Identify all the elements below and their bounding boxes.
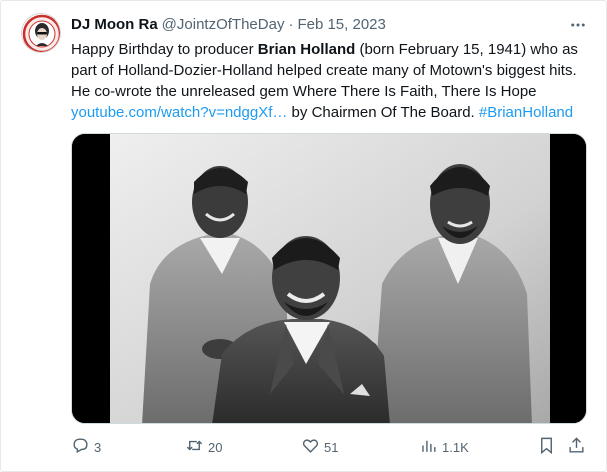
more-icon[interactable] xyxy=(566,13,590,37)
repost-icon xyxy=(185,436,204,458)
share-icon xyxy=(567,436,586,458)
bookmark-button[interactable] xyxy=(537,435,556,459)
mention-name: Brian Holland xyxy=(257,41,356,58)
reply-icon xyxy=(71,436,90,458)
tweet-card[interactable]: DJ Moon Ra @JointzOfTheDay · Feb 15, 202… xyxy=(0,0,607,472)
views-count: 1.1K xyxy=(442,439,469,455)
hashtag-link[interactable]: #BrianHolland xyxy=(479,104,573,121)
repost-button[interactable]: 20 xyxy=(185,435,222,459)
youtube-link[interactable]: youtube.com/watch?v=ndggXf… xyxy=(71,104,287,121)
reply-count: 3 xyxy=(94,439,102,455)
separator-dot: · xyxy=(288,16,294,33)
views-button[interactable]: 1.1K xyxy=(419,435,469,459)
tweet-actions: 3 20 51 1.1K xyxy=(71,435,590,459)
author-name[interactable]: DJ Moon Ra xyxy=(71,15,158,35)
tweet-photo[interactable] xyxy=(71,133,587,424)
tweet-header: DJ Moon Ra @JointzOfTheDay · Feb 15, 202… xyxy=(71,15,590,35)
like-button[interactable]: 51 xyxy=(301,435,338,459)
reply-button[interactable]: 3 xyxy=(71,435,101,459)
share-button[interactable] xyxy=(567,435,586,459)
tweet-date[interactable]: Feb 15, 2023 xyxy=(297,15,385,35)
tweet-text-part: Happy Birthday to producer xyxy=(71,41,258,58)
avatar[interactable] xyxy=(21,13,61,53)
tweet-text: Happy Birthday to producer Brian Holland… xyxy=(71,39,591,123)
views-icon xyxy=(419,436,438,458)
tweet-text-part: by Chairmen Of The Board. xyxy=(287,104,479,121)
heart-icon xyxy=(301,436,320,458)
author-handle[interactable]: @JointzOfTheDay xyxy=(162,15,285,35)
bookmark-icon xyxy=(537,436,556,458)
repost-count: 20 xyxy=(208,439,223,455)
like-count: 51 xyxy=(324,439,339,455)
